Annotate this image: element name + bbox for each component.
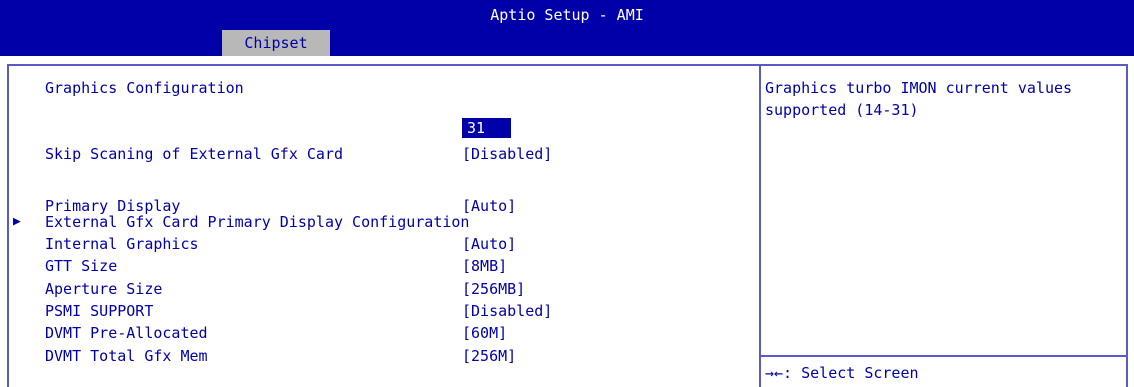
setting-skip-scaning-external-gfx[interactable]: Skip Scaning of External Gfx Card <box>45 144 343 164</box>
value-psmi-support[interactable]: [Disabled] <box>462 301 552 321</box>
app-title: Aptio Setup - AMI <box>490 6 644 24</box>
value-graphics-turbo-imon-current-field[interactable]: 31 <box>462 118 511 138</box>
setting-graphics-turbo-imon-current[interactable]: Graphics Turbo IMON Current <box>45 118 289 138</box>
title-bar: Aptio Setup - AMI Chipset <box>0 0 1134 56</box>
value-gtt-size[interactable]: [8MB] <box>462 256 507 276</box>
setting-dvmt-total-gfx-mem[interactable]: DVMT Total Gfx Mem <box>45 346 208 366</box>
setting-aperture-size[interactable]: Aperture Size <box>45 279 162 299</box>
setting-psmi-support[interactable]: PSMI SUPPORT <box>45 301 153 321</box>
tab-chipset[interactable]: Chipset <box>222 30 330 56</box>
section-title: Graphics Configuration <box>45 79 244 97</box>
value-aperture-size[interactable]: [256MB] <box>462 279 525 299</box>
settings-panel: Graphics Configuration Graphics Turbo IM… <box>9 66 759 387</box>
setting-internal-graphics[interactable]: Internal Graphics <box>45 234 199 254</box>
submenu-external-gfx-primary-display[interactable]: External Gfx Card Primary Display Config… <box>45 212 469 232</box>
help-panel: Graphics turbo IMON current values suppo… <box>761 66 1126 387</box>
setting-dvmt-pre-allocated[interactable]: DVMT Pre-Allocated <box>45 323 208 343</box>
key-hint-select-screen: →←: Select Screen <box>765 364 919 382</box>
value-dvmt-pre-allocated[interactable]: [60M] <box>462 323 507 343</box>
setting-gtt-size[interactable]: GTT Size <box>45 256 117 276</box>
value-internal-graphics[interactable]: [Auto] <box>462 234 516 254</box>
bios-screen: Aptio Setup - AMI Chipset Graphics Confi… <box>0 0 1134 387</box>
value-primary-display[interactable]: [Auto] <box>462 196 516 216</box>
value-skip-scaning-external-gfx[interactable]: [Disabled] <box>462 144 552 164</box>
help-text: Graphics turbo IMON current values suppo… <box>765 79 1082 119</box>
right-triangle-icon: ▶ <box>13 214 21 229</box>
help-divider <box>761 355 1126 357</box>
value-dvmt-total-gfx-mem[interactable]: [256M] <box>462 346 516 366</box>
